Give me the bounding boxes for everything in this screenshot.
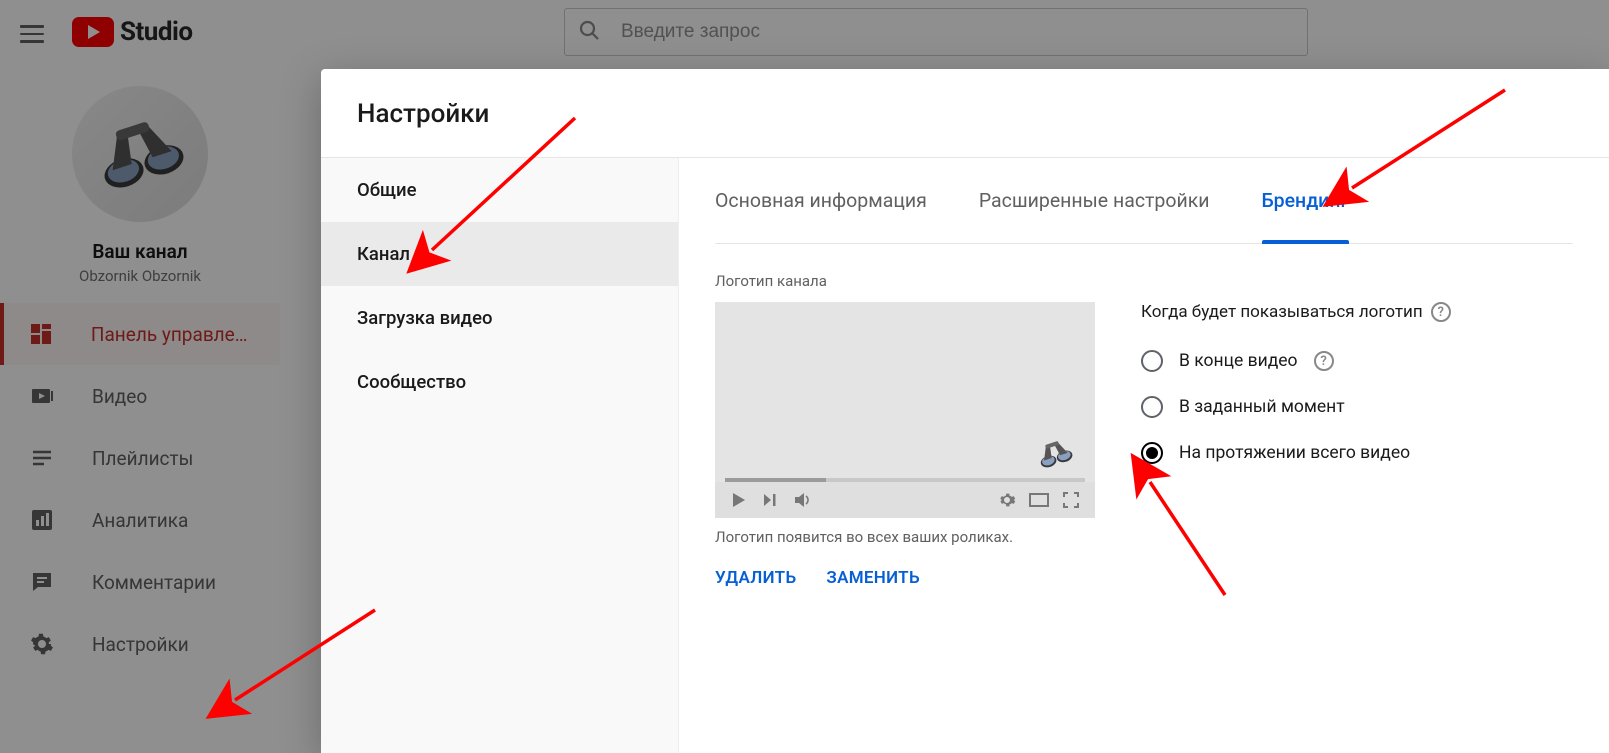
section-label-logo: Логотип канала [715, 272, 1573, 290]
watermark-logo-preview [1029, 436, 1081, 472]
volume-icon[interactable] [792, 489, 814, 511]
video-preview [715, 302, 1095, 518]
dialog-title: Настройки [321, 69, 1609, 157]
replace-button[interactable]: ЗАМЕНИТЬ [826, 568, 920, 588]
settings-gear-icon[interactable] [996, 489, 1018, 511]
settings-dialog: Настройки Общие Канал Загрузка видео Соо… [321, 69, 1609, 753]
tab-branding[interactable]: Брендинг [1262, 158, 1349, 243]
preview-caption: Логотип появится во всех ваших роликах. [715, 528, 1095, 546]
theater-icon[interactable] [1028, 489, 1050, 511]
delete-button[interactable]: УДАЛИТЬ [715, 568, 796, 588]
radio-icon [1141, 442, 1163, 464]
radio-option-custom-time[interactable]: В заданный момент [1141, 384, 1451, 430]
radio-icon [1141, 396, 1163, 418]
help-icon[interactable]: ? [1314, 351, 1334, 371]
radio-label: В заданный момент [1179, 397, 1345, 417]
settings-nav-upload[interactable]: Загрузка видео [321, 286, 678, 350]
play-icon[interactable] [728, 489, 750, 511]
tab-basic-info[interactable]: Основная информация [715, 158, 927, 243]
fullscreen-icon[interactable] [1060, 489, 1082, 511]
radio-option-end[interactable]: В конце видео ? [1141, 338, 1451, 384]
settings-content: Основная информация Расширенные настройк… [679, 158, 1609, 753]
tab-advanced[interactable]: Расширенные настройки [979, 158, 1210, 243]
radio-icon [1141, 350, 1163, 372]
settings-left-nav: Общие Канал Загрузка видео Сообщество [321, 158, 679, 753]
radio-label: В конце видео [1179, 351, 1298, 371]
radio-label: На протяжении всего видео [1179, 443, 1410, 463]
settings-nav-general[interactable]: Общие [321, 158, 678, 222]
help-icon[interactable]: ? [1431, 302, 1451, 322]
radio-option-entire-video[interactable]: На протяжении всего видео [1141, 430, 1451, 476]
timing-label: Когда будет показываться логотип [1141, 302, 1423, 322]
settings-nav-channel[interactable]: Канал [321, 222, 678, 286]
next-icon[interactable] [760, 489, 782, 511]
settings-nav-community[interactable]: Сообщество [321, 350, 678, 414]
